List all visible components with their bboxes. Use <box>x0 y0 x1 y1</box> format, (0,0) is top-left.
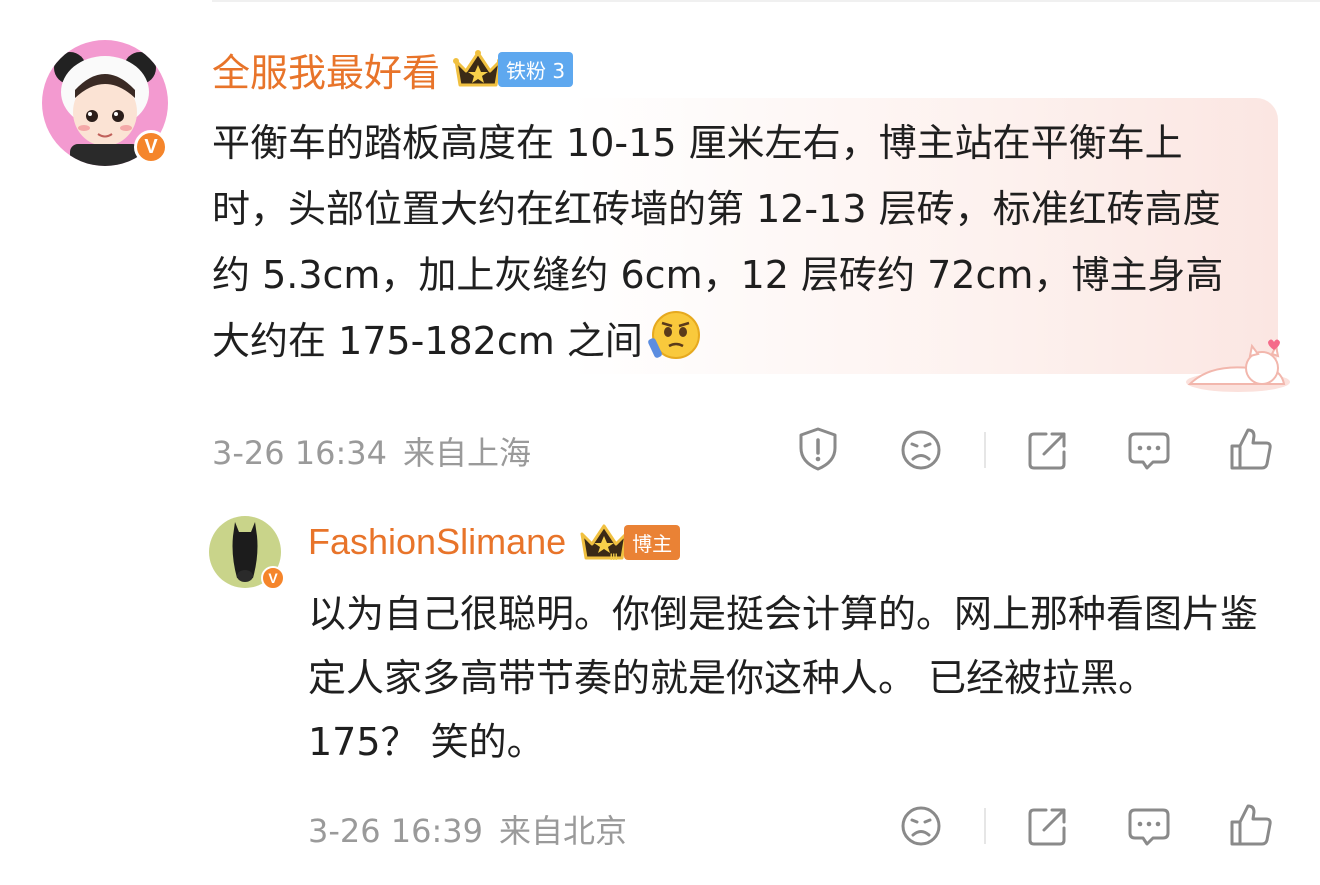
reply-location: 来自北京 <box>499 812 628 850</box>
crown-icon: III <box>580 524 628 562</box>
crown-icon <box>453 50 504 87</box>
top-divider <box>212 0 1320 12</box>
comment-icon[interactable] <box>1127 430 1171 472</box>
comment-text: 平衡车的踏板高度在 10-15 厘米左右，博主站在平衡车上时，头部位置大约在红砖… <box>212 110 1242 374</box>
comment-location: 来自上海 <box>403 434 532 472</box>
reply-username-row: FashionSlimane III 博主 <box>308 518 681 566</box>
verified-badge: V <box>134 130 168 164</box>
blogger-badge: 博主 <box>624 524 681 560</box>
reply-time: 3-26 16:39 <box>308 812 484 850</box>
share-icon[interactable] <box>1026 804 1070 848</box>
like-icon[interactable] <box>1228 802 1274 848</box>
action-divider <box>984 808 986 844</box>
reply-meta: 3-26 16:39 来自北京 <box>308 806 627 852</box>
share-icon[interactable] <box>1026 428 1070 472</box>
fan-level-badge[interactable]: 铁粉 3 <box>498 51 574 87</box>
reply-text: 以为自己很聪明。你倒是挺会计算的。网上那种看图片鉴定人家多高带节奏的就是你这种人… <box>308 592 1259 764</box>
username[interactable]: 全服我最好看 <box>212 42 440 97</box>
weibo-comment-thread: V 全服我最好看 铁粉 3 平衡车的踏板高度在 10-15 厘米左右，博主站在平… <box>0 0 1320 885</box>
comment-body: 平衡车的踏板高度在 10-15 厘米左右，博主站在平衡车上时，头部位置大约在红砖… <box>212 121 1224 363</box>
dislike-face-icon[interactable] <box>899 804 943 848</box>
report-icon[interactable] <box>796 426 840 472</box>
action-divider <box>984 432 986 468</box>
dislike-face-icon[interactable] <box>899 428 943 472</box>
reply-username[interactable]: FashionSlimane <box>308 521 566 563</box>
comment-time: 3-26 16:34 <box>212 434 388 472</box>
user-avatar[interactable]: V <box>42 40 168 166</box>
thinking-emoji-icon <box>647 311 700 359</box>
main-username-row: 全服我最好看 铁粉 3 <box>212 42 574 97</box>
comment-meta: 3-26 16:34 来自上海 <box>212 428 531 474</box>
verified-badge: V <box>261 566 285 590</box>
reply-user-avatar[interactable]: V <box>209 516 285 590</box>
comment-icon[interactable] <box>1127 806 1171 848</box>
cat-sticker-decoration <box>1186 339 1290 392</box>
like-icon[interactable] <box>1228 426 1274 472</box>
crown-rank: III <box>610 552 618 562</box>
